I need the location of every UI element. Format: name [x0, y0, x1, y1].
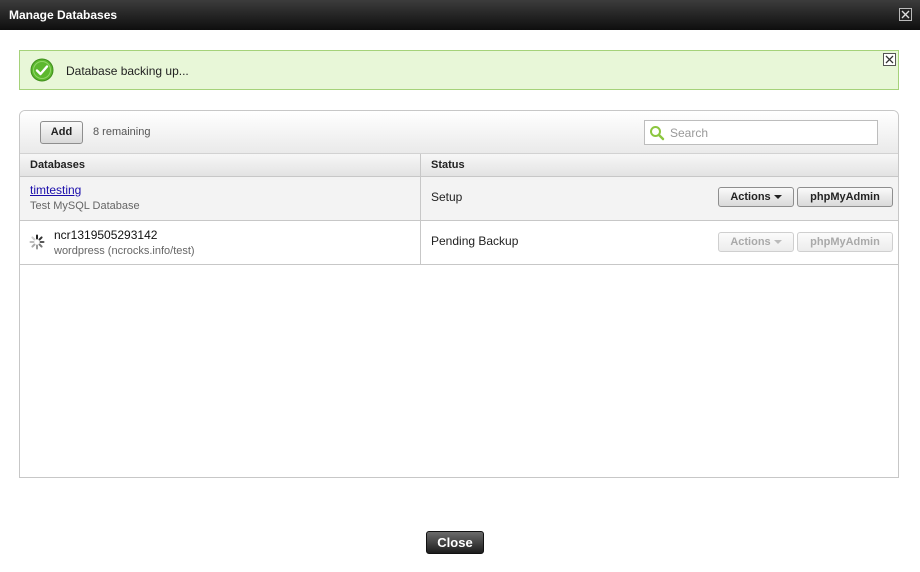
- column-header-databases: Databases: [30, 159, 86, 171]
- remaining-count: 8 remaining: [93, 126, 151, 138]
- database-status: Setup: [431, 190, 463, 204]
- table-row: ncr1319505293142 wordpress (ncrocks.info…: [20, 221, 898, 265]
- dialog-title: Manage Databases: [9, 8, 118, 22]
- actions-dropdown-button-disabled: Actions: [718, 232, 794, 252]
- database-name: ncr1319505293142: [54, 228, 158, 242]
- column-divider: [420, 154, 421, 265]
- panel-toolbar: Add 8 remaining: [20, 111, 898, 154]
- caret-down-icon: [773, 195, 782, 200]
- table-header: Databases Status: [20, 154, 898, 177]
- actions-label: Actions: [730, 191, 771, 203]
- database-description: wordpress (ncrocks.info/test): [54, 245, 195, 257]
- database-name-link[interactable]: timtesting: [30, 183, 81, 197]
- close-button[interactable]: Close: [426, 531, 484, 554]
- database-description: Test MySQL Database: [30, 200, 140, 212]
- databases-panel: Add 8 remaining Databases Status timtest…: [19, 110, 899, 478]
- check-circle-icon: [30, 58, 54, 82]
- column-header-status: Status: [431, 159, 465, 171]
- phpmyadmin-button-disabled: phpMyAdmin: [797, 232, 893, 252]
- dialog-titlebar: Manage Databases: [0, 0, 920, 30]
- table-row: timtesting Test MySQL Database Setup Act…: [20, 177, 898, 221]
- notice-dismiss-icon[interactable]: [883, 53, 896, 66]
- dialog-close-icon[interactable]: [899, 8, 912, 21]
- phpmyadmin-button[interactable]: phpMyAdmin: [797, 187, 893, 207]
- notice-message: Database backing up...: [66, 64, 189, 78]
- database-status: Pending Backup: [431, 234, 519, 248]
- spinner-icon: [29, 234, 45, 250]
- actions-label: Actions: [730, 236, 771, 248]
- search-input[interactable]: [670, 124, 870, 141]
- search-box[interactable]: [644, 120, 878, 145]
- actions-dropdown-button[interactable]: Actions: [718, 187, 794, 207]
- caret-down-icon: [773, 240, 782, 245]
- add-database-button[interactable]: Add: [40, 121, 83, 144]
- search-icon: [650, 126, 665, 141]
- status-notice: Database backing up...: [19, 50, 899, 90]
